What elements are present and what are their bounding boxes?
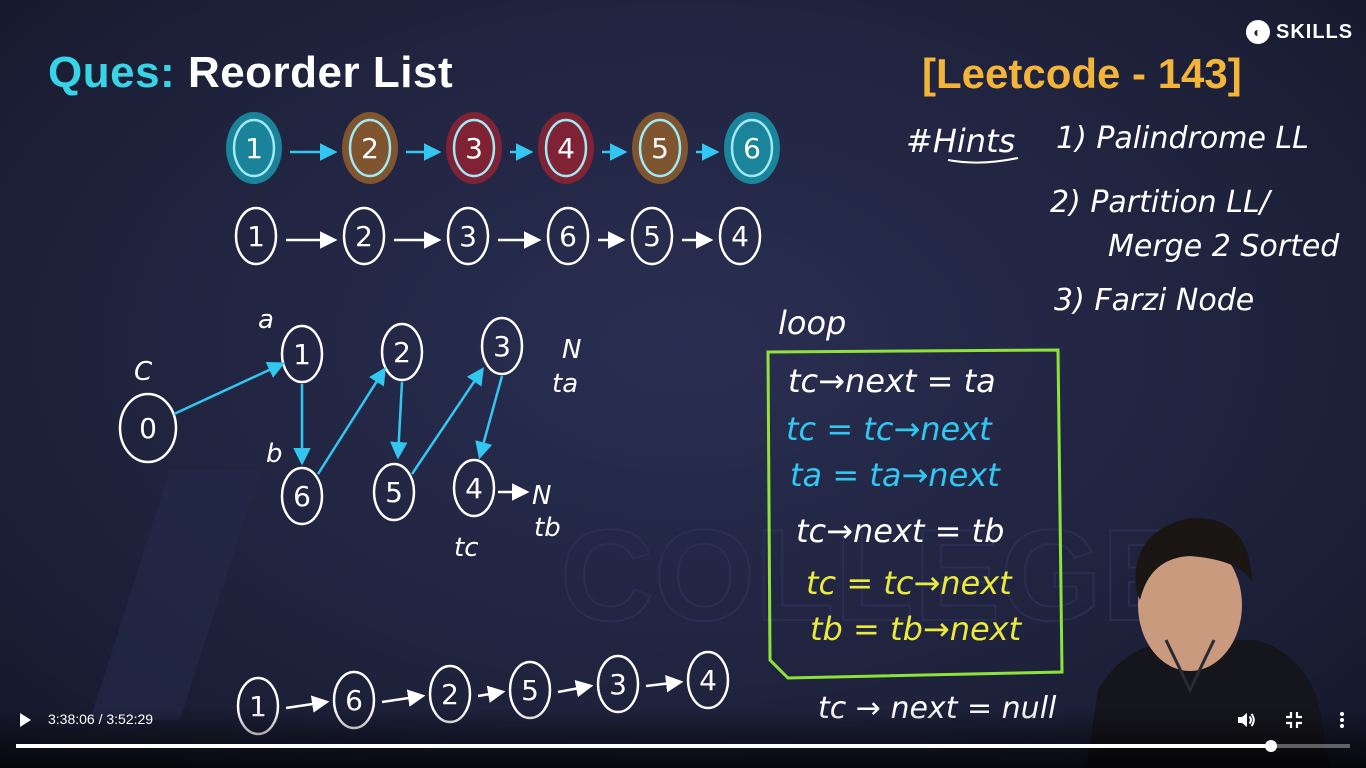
svg-text:3: 3 <box>459 220 477 253</box>
video-player[interactable]: COLLEGE 123456 123654 0 C 1 2 3 6 5 4 a b Nta Ntb tc… <box>0 0 1366 768</box>
label-tb: tb <box>534 513 561 543</box>
svg-text:3: 3 <box>465 132 483 165</box>
row2-node-1: 1 <box>234 206 278 266</box>
svg-text:3: 3 <box>609 668 627 701</box>
diagram-top-node-1: 1 <box>280 324 324 384</box>
brand-text: SKILLS <box>1276 20 1354 43</box>
diagram-bottom-node-5: 5 <box>372 462 416 522</box>
loop-line-6: tb = tb→next <box>810 610 1023 648</box>
hints-heading: #Hints <box>906 122 1015 160</box>
node-c: 0 <box>118 392 178 464</box>
hint-3: 3) Farzi Node <box>1054 283 1254 318</box>
diagram-top-node-3: 3 <box>480 316 524 376</box>
loop-line-5: tc = tc→next <box>806 564 1013 602</box>
arrow-2-to-5 <box>390 381 408 460</box>
svg-text:5: 5 <box>643 220 661 253</box>
row1-linked-list: 1 2 3 4 5 6 <box>226 112 780 184</box>
row1-node-6: 6 <box>724 112 780 184</box>
time-display: 3:38:06 / 3:52:29 <box>48 711 154 727</box>
hint-2: 2) Partition LL/ <box>1050 185 1273 220</box>
row2-node-3: 3 <box>446 206 490 266</box>
loop-label: loop <box>778 304 846 342</box>
svg-text:6: 6 <box>559 220 577 253</box>
title-prefix: Ques: <box>48 48 176 97</box>
arrow-6-to-2 <box>316 367 386 475</box>
label-ta: ta <box>552 369 578 399</box>
svg-text:4: 4 <box>699 664 717 697</box>
row1-node-1: 1 <box>226 112 282 184</box>
row3-arrow <box>557 679 594 698</box>
brand-logo: ◐ SKILLS <box>1246 20 1353 44</box>
row3-arrow <box>381 689 426 707</box>
diagram-bottom-node-6: 6 <box>280 466 324 526</box>
row2-node-5: 5 <box>630 206 674 266</box>
row3-node-3: 3 <box>596 654 640 714</box>
row2-linked-list: 1 2 3 6 5 4 <box>234 206 762 266</box>
row3-arrow <box>477 685 506 703</box>
controls-overlay <box>0 708 1366 768</box>
play-icon[interactable] <box>16 711 34 729</box>
row1-node-3: 3 <box>446 112 502 184</box>
diagram-top-node-2: 2 <box>380 322 424 382</box>
svg-text:2: 2 <box>361 132 379 165</box>
whiteboard: COLLEGE 123456 123654 0C1 2 36 5 4abNtaNtbtc… <box>90 112 1340 768</box>
svg-text:5: 5 <box>651 132 669 165</box>
leetcode-label: [Leetcode - 143] <box>922 50 1242 97</box>
row2-node-4: 4 <box>718 206 762 266</box>
label-b: b <box>266 439 283 469</box>
svg-text:1: 1 <box>245 132 263 165</box>
label-n-right: N <box>532 481 551 511</box>
loop-line-4: tc→next = tb <box>796 512 1004 550</box>
label-tc: tc <box>454 533 479 563</box>
svg-text:4: 4 <box>465 472 483 505</box>
svg-text:5: 5 <box>385 476 403 509</box>
progress-bar[interactable] <box>16 740 1350 752</box>
row1-node-5: 5 <box>632 112 688 184</box>
svg-text:4: 4 <box>731 220 749 253</box>
arrow-c-to-1 <box>173 361 286 416</box>
label-c: C <box>134 357 153 387</box>
more-vert-icon[interactable] <box>1334 710 1350 730</box>
svg-text:1: 1 <box>293 338 311 371</box>
progress-fill <box>16 744 1272 748</box>
hint-1: 1) Palindrome LL <box>1056 121 1309 156</box>
svg-text:4: 4 <box>557 132 575 165</box>
row1-node-2: 2 <box>342 112 398 184</box>
arrow-5-to-3 <box>410 367 484 475</box>
row2-node-6: 6 <box>546 206 590 266</box>
svg-text:2: 2 <box>393 336 411 369</box>
svg-text:2: 2 <box>441 678 459 711</box>
row1-node-4: 4 <box>538 112 594 184</box>
svg-text:6: 6 <box>743 132 761 165</box>
svg-text:3: 3 <box>493 330 511 363</box>
diagram-bottom-node-4: 4 <box>452 458 496 518</box>
loop-line-2: tc = tc→next <box>786 410 993 448</box>
page-title: Ques: Reorder List <box>48 48 453 98</box>
row3-node-4: 4 <box>686 650 730 710</box>
row2-node-2: 2 <box>342 206 386 266</box>
hint-2b: Merge 2 Sorted <box>1108 229 1340 264</box>
svg-text:6: 6 <box>293 480 311 513</box>
label-n-top: N <box>562 335 581 365</box>
svg-text:1: 1 <box>247 220 265 253</box>
label-a: a <box>258 305 274 335</box>
arrow-3-to-4 <box>475 375 504 460</box>
brand-icon: ◐ <box>1246 20 1270 44</box>
svg-text:5: 5 <box>521 674 539 707</box>
volume-icon[interactable] <box>1236 710 1256 730</box>
hints-block: #Hints 1) Palindrome LL 2) Partition LL/… <box>906 121 1340 318</box>
svg-text:0: 0 <box>139 412 157 445</box>
loop-line-3: ta = ta→next <box>790 456 1001 494</box>
title-main: Reorder List <box>187 48 454 97</box>
loop-line-1: tc→next = ta <box>788 362 996 400</box>
exit-fullscreen-icon[interactable] <box>1284 710 1304 730</box>
row3-arrow <box>645 674 684 693</box>
svg-text:2: 2 <box>355 220 373 253</box>
